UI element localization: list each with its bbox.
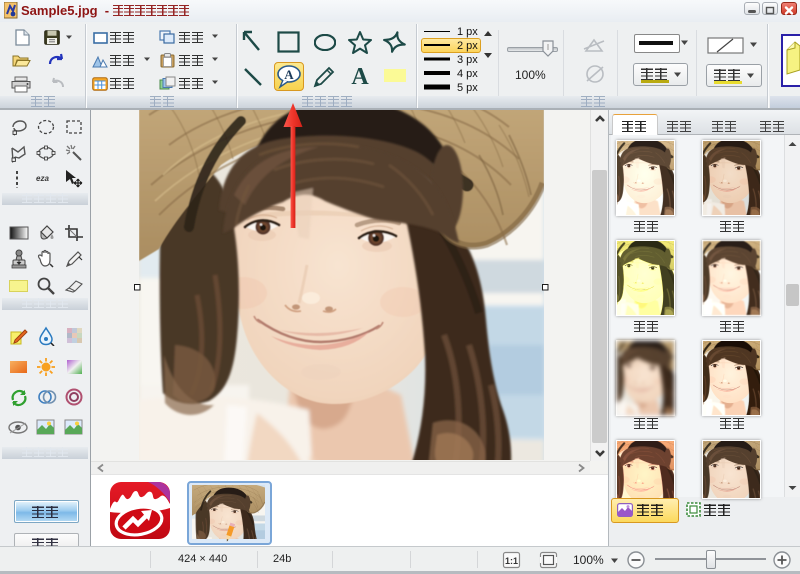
svg-text:A: A [284,67,294,82]
svg-text:1:1: 1:1 [505,556,518,566]
svg-text:A: A [351,66,369,87]
